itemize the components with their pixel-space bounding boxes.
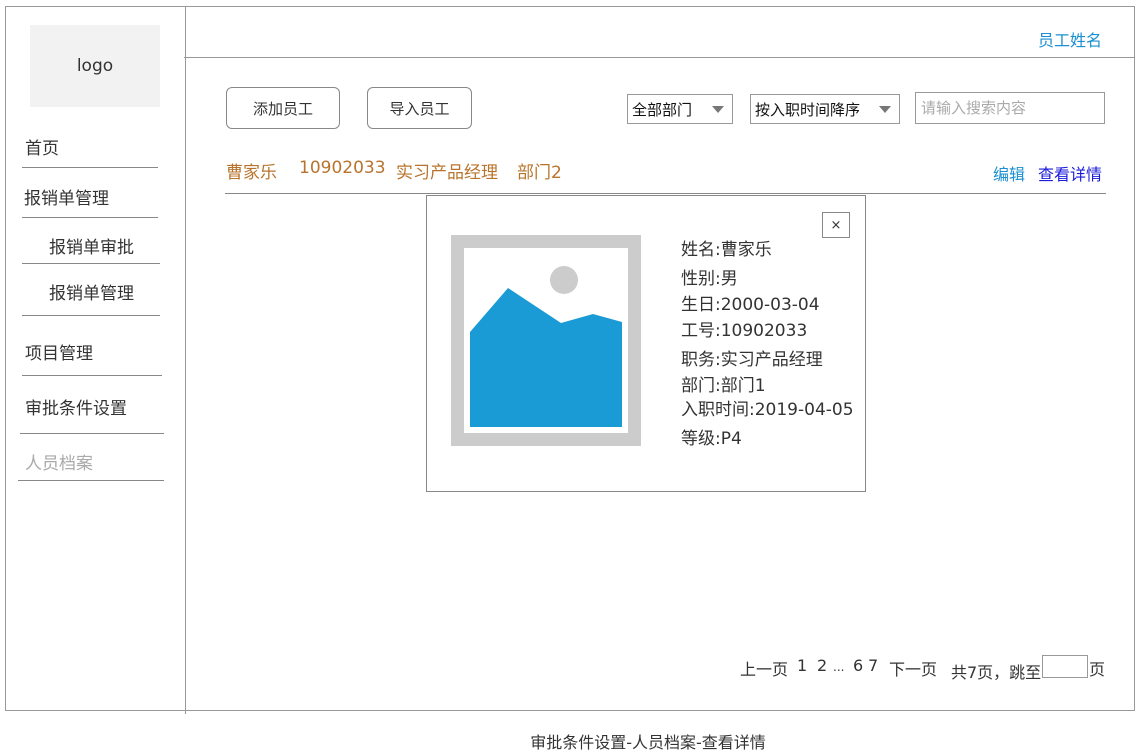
edit-link[interactable]: 编辑 (993, 161, 1025, 185)
nav-divider (18, 480, 164, 481)
employee-photo-placeholder (451, 235, 641, 446)
employee-department: 部门2 (517, 163, 562, 183)
sidebar-divider (185, 6, 186, 714)
detail-name: 姓名:曹家乐 (681, 240, 772, 260)
total-pages-text: 共7页，跳至 (951, 663, 1042, 682)
page-7[interactable]: 7 (868, 656, 878, 675)
detail-department: 部门:部门1 (681, 376, 766, 396)
page-caption: 审批条件设置-人员档案-查看详情 (530, 733, 766, 752)
view-details-link[interactable]: 查看详情 (1038, 161, 1102, 185)
nav-divider (22, 217, 158, 218)
department-select-value: 全部部门 (632, 100, 693, 119)
employee-title: 实习产品经理 (396, 163, 498, 183)
chevron-down-icon (712, 106, 724, 113)
sidebar-item-projects[interactable]: 项目管理 (25, 339, 93, 364)
nav-divider (20, 433, 164, 434)
sidebar-item-approval-settings[interactable]: 审批条件设置 (25, 394, 127, 419)
chevron-down-icon (879, 106, 891, 113)
sort-select-value: 按入职时间降序 (755, 100, 861, 119)
row-divider (225, 193, 1106, 194)
add-employee-button[interactable]: 添加员工 (226, 87, 340, 129)
page-suffix: 页 (1089, 660, 1106, 679)
user-name-link[interactable]: 员工姓名 (1038, 27, 1102, 51)
employee-name: 曹家乐 (226, 163, 277, 183)
sidebar-item-expense-management[interactable]: 报销单管理 (24, 184, 109, 209)
nav-divider (22, 167, 158, 168)
header-divider (184, 57, 1135, 58)
page-2[interactable]: 2 (817, 656, 827, 675)
nav-divider (22, 315, 160, 316)
detail-birthday: 生日:2000-03-04 (681, 295, 820, 315)
page-1[interactable]: 1 (797, 656, 807, 675)
sidebar-item-expense-list[interactable]: 报销单管理 (49, 279, 134, 304)
detail-position: 职务:实习产品经理 (681, 350, 823, 370)
detail-gender: 性别:男 (681, 269, 738, 289)
prev-page-link[interactable]: 上一页 (740, 656, 788, 680)
sidebar-item-personnel-files[interactable]: 人员档案 (25, 449, 93, 474)
import-employee-button[interactable]: 导入员工 (367, 87, 472, 129)
nav-divider (22, 375, 162, 376)
page-6[interactable]: 6 (853, 656, 863, 675)
search-input[interactable] (915, 92, 1105, 124)
sidebar-item-home[interactable]: 首页 (25, 134, 59, 159)
detail-hire-date: 入职时间:2019-04-05 (681, 400, 854, 420)
logo: logo (30, 25, 160, 107)
close-button[interactable]: × (822, 212, 850, 238)
page-jump-input[interactable] (1042, 655, 1088, 678)
pagination-ellipsis: ... (833, 660, 845, 674)
employee-detail-popup: × 姓名:曹家乐 性别:男 生日:2000-03-04 工号:10902033 … (426, 195, 866, 492)
next-page-link[interactable]: 下一页 (889, 656, 937, 680)
department-select[interactable]: 全部部门 (627, 94, 733, 124)
sidebar-item-expense-approval[interactable]: 报销单审批 (49, 233, 134, 258)
photo-sun-icon (550, 266, 578, 294)
detail-employee-id: 工号:10902033 (681, 321, 808, 341)
sort-select[interactable]: 按入职时间降序 (750, 94, 900, 124)
detail-level: 等级:P4 (681, 429, 742, 449)
nav-divider (22, 263, 160, 264)
employee-id: 10902033 (299, 158, 386, 178)
